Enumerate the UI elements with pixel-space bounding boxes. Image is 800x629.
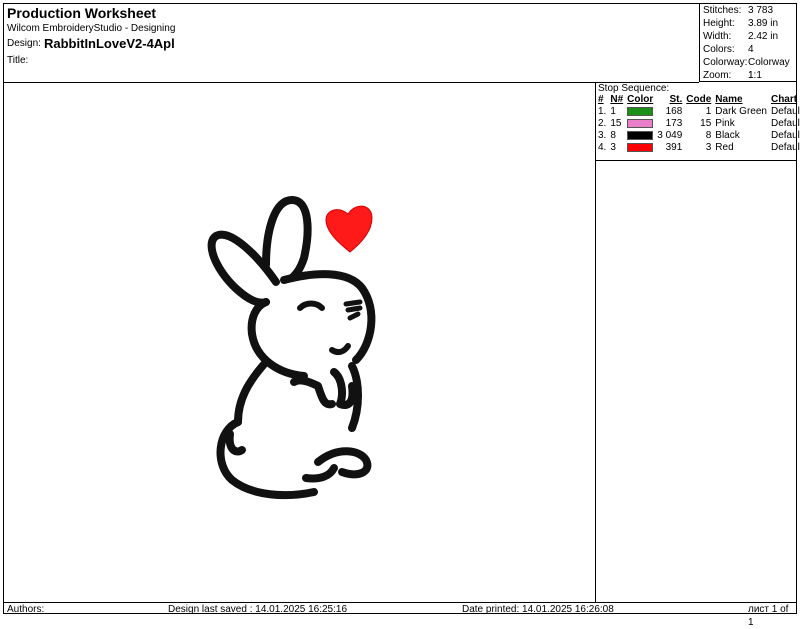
cell-n: 15 — [610, 118, 622, 129]
table-row: 2. 15 173 15 Pink Default — [596, 118, 800, 130]
color-swatch — [627, 130, 654, 140]
cell-color — [625, 118, 655, 130]
stop-sequence: Stop Sequence: # N# Color St. Code Name … — [596, 82, 800, 161]
stop-sequence-table: # N# Color St. Code Name Chart 1. 1 168 … — [596, 94, 800, 154]
cell-num: 1. — [598, 106, 607, 117]
cell-stitches: 173 — [665, 118, 683, 129]
date-printed: Date printed: 14.01.2025 16:26:08 — [462, 604, 614, 615]
cell-stitches: 391 — [665, 142, 683, 153]
stat-value: 4 — [748, 44, 754, 55]
design-stats: Stitches: 3 783 Height: 3.89 in Width: 2.42… — [699, 4, 796, 82]
last-saved: Design last saved : 14.01.2025 16:25:16 — [168, 604, 348, 615]
cell-chart: Default — [770, 106, 800, 117]
col-header: St. — [669, 94, 683, 105]
cell-name: Black — [715, 130, 740, 141]
worksheet-footer: Authors: Design last saved : 14.01.2025 … — [4, 602, 796, 628]
stat-key: Height: — [703, 18, 735, 29]
col-header: Chart — [770, 94, 798, 105]
stat-key: Width: — [703, 31, 732, 42]
col-header: Name — [715, 94, 743, 105]
cell-color — [625, 130, 655, 142]
cell-n: 8 — [610, 130, 616, 141]
stat-colorway: Colorway: Colorway 1 — [703, 56, 795, 81]
stop-sequence-title: Stop Sequence: — [598, 83, 670, 94]
stat-key: Stitches: — [703, 5, 742, 16]
cell-code: 15 — [700, 118, 712, 129]
stat-zoom: Zoom: 1:1 — [703, 69, 795, 82]
app-name: Wilcom EmbroideryStudio - Designing — [7, 23, 176, 34]
cell-code: 1 — [705, 106, 712, 117]
stat-colors: Colors: 4 — [703, 43, 795, 56]
stat-value: 3.89 in — [748, 18, 779, 29]
col-header: # — [598, 94, 604, 105]
cell-color — [625, 106, 655, 118]
color-swatch — [627, 118, 654, 128]
cell-color — [625, 142, 655, 154]
cell-n: 3 — [610, 142, 616, 153]
table-header-row: # N# Color St. Code Name Chart — [596, 94, 800, 106]
stat-key: Colorway: — [703, 57, 748, 68]
rabbit-embroidery-image — [207, 196, 376, 500]
table-row: 3. 8 3 049 8 Black Default — [596, 130, 800, 142]
worksheet-header: Production Worksheet Wilcom EmbroiderySt… — [4, 4, 699, 83]
cell-name: Dark Green — [715, 106, 767, 117]
cell-chart: Default — [770, 118, 800, 129]
cell-num: 4. — [598, 142, 607, 153]
page-title: Production Worksheet — [7, 5, 157, 21]
color-swatch — [627, 106, 654, 116]
stat-key: Colors: — [703, 44, 735, 55]
cell-chart: Default — [770, 142, 800, 153]
cell-code: 3 — [705, 142, 712, 153]
authors-label: Authors: — [7, 604, 45, 615]
col-header: Color — [627, 94, 654, 105]
cell-num: 3. — [598, 130, 607, 141]
title-label: Title: — [7, 55, 29, 66]
table-row: 1. 1 168 1 Dark Green Default — [596, 106, 800, 118]
cell-stitches: 168 — [665, 106, 683, 117]
table-row: 4. 3 391 3 Red Default — [596, 142, 800, 154]
stat-width: Width: 2.42 in — [703, 30, 795, 43]
stat-height: Height: 3.89 in — [703, 17, 795, 30]
stat-value: 3 783 — [748, 5, 774, 16]
cell-chart: Default — [770, 130, 800, 141]
cell-code: 8 — [705, 130, 712, 141]
design-name: RabbitInLoveV2-4Apl — [44, 36, 175, 51]
design-label: Design: — [7, 38, 41, 49]
page-number: лист 1 of 1 — [748, 604, 789, 628]
stat-key: Zoom: — [703, 70, 732, 81]
cell-name: Red — [715, 142, 734, 153]
cell-name: Pink — [715, 118, 735, 129]
col-header: N# — [610, 94, 624, 105]
col-header: Code — [686, 94, 712, 105]
cell-n: 1 — [610, 106, 616, 117]
stat-stitches: Stitches: 3 783 — [703, 4, 795, 17]
cell-num: 2. — [598, 118, 607, 129]
worksheet: Production Worksheet Wilcom EmbroiderySt… — [3, 3, 800, 628]
color-swatch — [627, 142, 654, 152]
cell-stitches: 3 049 — [657, 130, 683, 141]
design-preview — [4, 82, 596, 602]
stat-value: 2.42 in — [748, 31, 779, 42]
stat-value: 1:1 — [748, 70, 762, 81]
